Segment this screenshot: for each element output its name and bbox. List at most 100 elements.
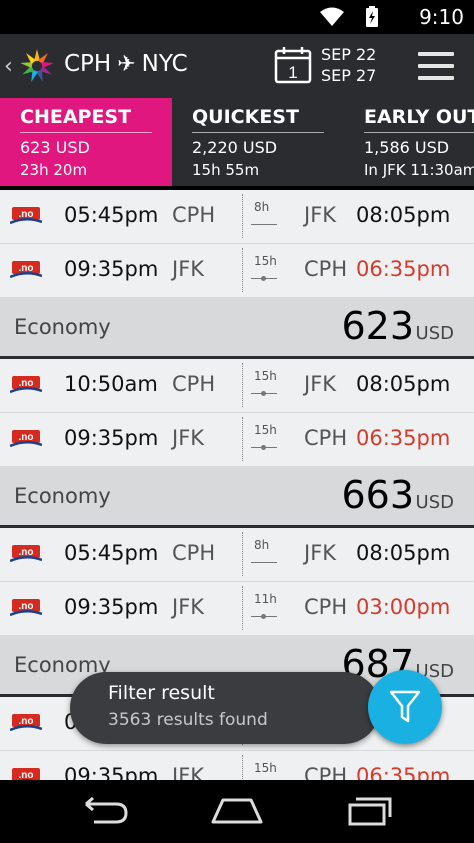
outbound-leg[interactable]: .no 10:50am CPH 15h JFK 08:05pm: [0, 359, 474, 413]
departure-time: 09:35pm: [64, 257, 159, 281]
route-title: CPH ✈ NYC: [64, 51, 188, 77]
departure-time: 05:45pm: [64, 203, 159, 227]
recent-apps-icon[interactable]: [340, 796, 400, 826]
origin-airport: JFK: [172, 257, 205, 281]
hamburger-menu-icon[interactable]: [418, 52, 454, 82]
arrival-time: 08:05pm: [356, 372, 451, 396]
tab-price: 2,220 USD: [192, 138, 278, 157]
duration-text: 8h: [254, 200, 270, 214]
filter-button[interactable]: [368, 670, 442, 744]
destination-code: NYC: [141, 51, 188, 77]
app-toolbar: ‹ CPH ✈ NYC 1 SEP 22 SEP 27: [0, 34, 474, 98]
tab-cheapest[interactable]: CHEAPEST 623 USD 23h 20m: [0, 98, 172, 186]
fare-currency: USD: [415, 492, 454, 513]
departure-time: 05:45pm: [64, 541, 159, 565]
fare-row[interactable]: Economy 663 USD: [0, 467, 474, 525]
arrival-time: 03:00pm: [356, 595, 451, 619]
duration-text: 11h: [254, 592, 277, 606]
travel-dates[interactable]: SEP 22 SEP 27: [321, 44, 376, 86]
stopover-dot: [261, 445, 266, 450]
tab-title: CHEAPEST: [20, 98, 152, 133]
duration-text: 15h: [254, 761, 277, 775]
destination-airport: JFK: [304, 541, 337, 565]
origin-airport: JFK: [172, 595, 205, 619]
norwegian-airline-icon: .no: [9, 429, 43, 449]
fare-row[interactable]: Economy 623 USD: [0, 298, 474, 356]
tab-title: EARLY OUT: [364, 98, 474, 133]
duration-indicator: 8h: [242, 194, 283, 238]
destination-airport: JFK: [304, 203, 337, 227]
date-out: SEP 22: [321, 45, 377, 64]
outbound-leg[interactable]: .no 05:45pm CPH 8h JFK 08:05pm: [0, 190, 474, 244]
destination-airport: CPH: [304, 764, 348, 780]
toast-subtitle: 3563 results found: [108, 710, 268, 730]
arrival-time: 08:05pm: [356, 541, 451, 565]
destination-airport: CPH: [304, 595, 348, 619]
duration-indicator: 15h: [242, 363, 283, 407]
norwegian-airline-icon: .no: [9, 375, 43, 395]
flight-result[interactable]: .no 10:50am CPH 15h JFK 08:05pm .no 09:35pm JFK 1…: [0, 359, 474, 528]
sort-tabs: CHEAPEST 623 USD 23h 20m QUICKEST 2,220 …: [0, 98, 474, 186]
tab-price: 1,586 USD: [364, 138, 450, 157]
departure-time: 09:35pm: [64, 595, 159, 619]
return-leg[interactable]: .no 09:35pm JFK 15h CPH 06:35pm: [0, 751, 474, 780]
stopover-dot: [261, 391, 266, 396]
tab-title: QUICKEST: [192, 98, 324, 133]
duration-indicator: 15h: [242, 248, 283, 292]
duration-text: 15h: [254, 423, 277, 437]
arrival-time: 06:35pm: [356, 257, 451, 281]
calendar-icon[interactable]: 1: [274, 46, 312, 84]
back-icon[interactable]: [74, 796, 134, 826]
tab-early-out[interactable]: EARLY OUT 1,586 USD In JFK 11:30am: [344, 98, 474, 186]
flight-result[interactable]: .no 05:45pm CPH 8h JFK 08:05pm .no 09:35pm JFK 15…: [0, 190, 474, 359]
arrival-time: 06:35pm: [356, 764, 451, 780]
fare-currency: USD: [415, 323, 454, 344]
origin-code: CPH: [64, 51, 112, 77]
origin-airport: JFK: [172, 764, 205, 780]
tab-detail: In JFK 11:30am: [364, 161, 474, 179]
departure-time: 09:35pm: [64, 764, 159, 780]
destination-airport: CPH: [304, 426, 348, 450]
date-return: SEP 27: [321, 66, 377, 85]
stopover-dot: [261, 276, 266, 281]
toast-title: Filter result: [108, 682, 215, 704]
origin-airport: CPH: [172, 203, 216, 227]
return-leg[interactable]: .no 09:35pm JFK 11h CPH 03:00pm: [0, 582, 474, 636]
filter-icon: [389, 690, 421, 723]
svg-text:.no: .no: [19, 770, 34, 780]
wifi-battery-icon: [320, 6, 378, 27]
back-chevron-icon[interactable]: ‹: [4, 54, 13, 79]
origin-airport: JFK: [172, 426, 205, 450]
home-icon[interactable]: [207, 796, 267, 826]
origin-airport: CPH: [172, 541, 216, 565]
tab-quickest[interactable]: QUICKEST 2,220 USD 15h 55m: [172, 98, 344, 186]
duration-line: [251, 224, 277, 225]
system-nav-bar: [0, 780, 474, 843]
tab-detail: 15h 55m: [192, 161, 260, 179]
arrival-time: 06:35pm: [356, 426, 451, 450]
arrival-time: 08:05pm: [356, 203, 451, 227]
outbound-leg[interactable]: .no 05:45pm CPH 8h JFK 08:05pm: [0, 528, 474, 582]
return-leg[interactable]: .no 09:35pm JFK 15h CPH 06:35pm: [0, 413, 474, 467]
return-leg[interactable]: .no 09:35pm JFK 15h CPH 06:35pm: [0, 244, 474, 298]
stopover-dot: [261, 614, 266, 619]
departure-time: 09:35pm: [64, 426, 159, 450]
status-bar: 9:10: [0, 0, 474, 34]
duration-text: 15h: [254, 369, 277, 383]
duration-indicator: 15h: [242, 755, 283, 780]
origin-airport: CPH: [172, 372, 216, 396]
tab-detail: 23h 20m: [20, 161, 88, 179]
calendar-day: 1: [288, 63, 297, 82]
fare-price: 663: [341, 473, 414, 517]
duration-indicator: 11h: [242, 586, 283, 630]
destination-airport: CPH: [304, 257, 348, 281]
app-logo-icon[interactable]: [18, 47, 56, 85]
airplane-icon: ✈: [117, 51, 136, 77]
tab-price: 623 USD: [20, 138, 90, 157]
cabin-class: Economy: [14, 315, 111, 339]
norwegian-airline-icon: .no: [9, 206, 43, 226]
filter-toast: Filter result 3563 results found: [70, 672, 380, 744]
norwegian-airline-icon: .no: [9, 544, 43, 564]
duration-indicator: 15h: [242, 417, 283, 461]
status-time: 9:10: [419, 5, 464, 29]
